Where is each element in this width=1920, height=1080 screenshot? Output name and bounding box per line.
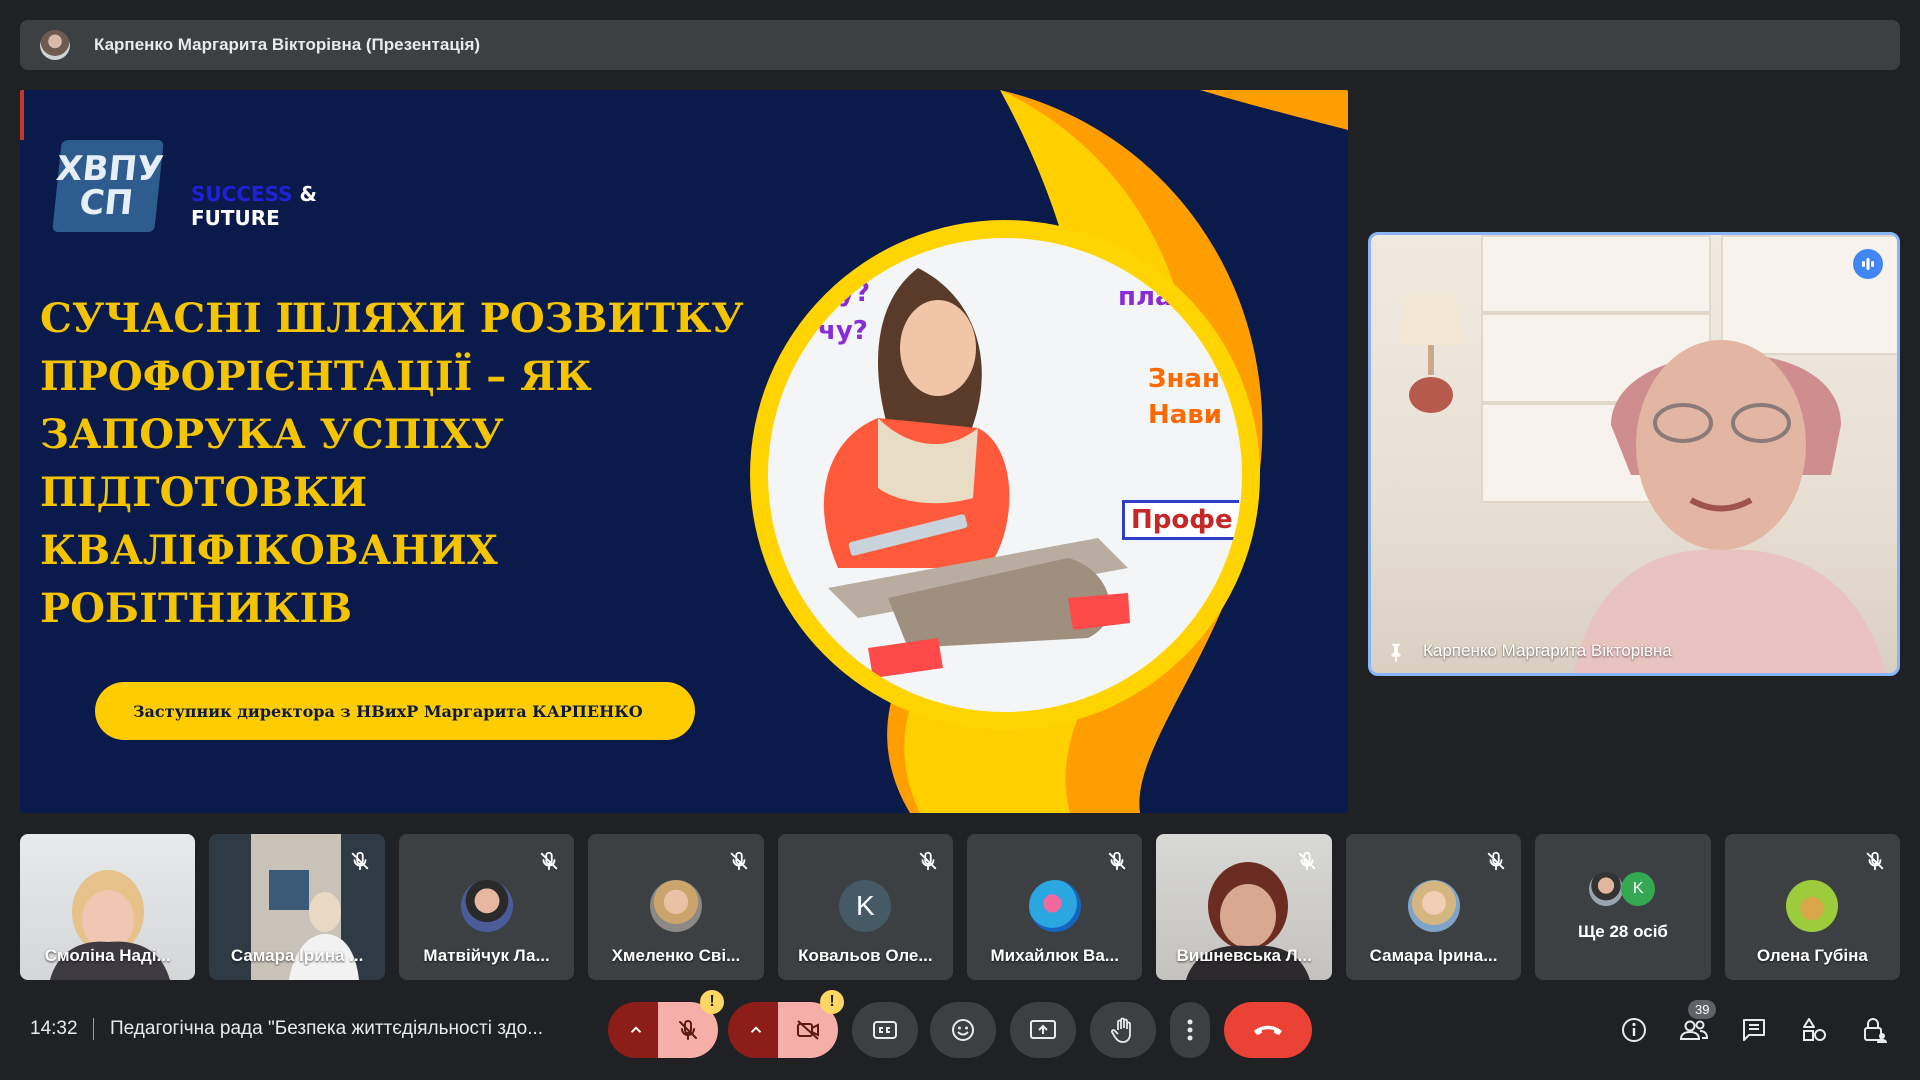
mic-off-icon (540, 851, 558, 871)
speaking-indicator-icon (1853, 249, 1883, 279)
participant-tile[interactable]: Хмеленко Сві... (588, 834, 764, 980)
participant-tile[interactable]: K Ковальов Оле... (777, 834, 954, 980)
people-button[interactable]: 39 (1674, 1000, 1717, 1050)
participant-avatar (1407, 880, 1460, 932)
slide-author-pill: Заступник директора з НВихР Маргарита КА… (95, 682, 695, 740)
brand-ampersand: & (299, 182, 317, 206)
meeting-details-button[interactable] (1614, 1010, 1654, 1050)
more-options-button[interactable] (1170, 1002, 1210, 1058)
reactions-button[interactable] (930, 1002, 996, 1058)
mic-off-icon (679, 1019, 697, 1040)
participant-tile[interactable]: Матвійчук Ла... (398, 834, 575, 980)
present-icon (1030, 1020, 1056, 1039)
more-participants-label: Ще 28 осіб (1577, 922, 1668, 941)
presenter-bar: Карпенко Маргарита Вікторівна (Презентац… (20, 20, 1900, 70)
participant-name: Вишневська Л... (1176, 946, 1312, 965)
captions-button[interactable] (852, 1002, 918, 1058)
activities-icon (1803, 1018, 1826, 1041)
camera-warning-badge: ! (820, 990, 844, 1014)
chevron-up-icon (750, 1026, 762, 1033)
lock-person-icon (1864, 1018, 1887, 1043)
more-vert-icon (1187, 1019, 1193, 1041)
camera-off-icon (797, 1020, 819, 1040)
presenter-video-name: Карпенко Маргарита Вікторівна (1423, 641, 1672, 660)
participant-name: Хмеленко Сві... (611, 946, 741, 965)
slide-photo: у? чу? М план Знан Нави Профе (768, 238, 1242, 712)
brand-success: SUCCESS (191, 182, 293, 206)
mic-off-icon (1298, 851, 1316, 871)
meeting-clock: 14:32 (30, 1018, 78, 1039)
participant-avatar (649, 880, 702, 932)
presenter-video-tile[interactable]: Карпенко Маргарита Вікторівна (1368, 232, 1900, 676)
control-bar: 14:32 Педагогічна рада "Безпека життєдія… (0, 990, 1920, 1080)
shared-presentation[interactable]: ХВПУ СП SUCCESS & FUTURE СУЧАСНІ ШЛЯХИ Р… (20, 90, 1348, 813)
audio-options-button[interactable] (608, 1002, 664, 1058)
host-controls-button[interactable] (1854, 1010, 1894, 1050)
activities-button[interactable] (1794, 1010, 1834, 1050)
hang-up-icon (1254, 1025, 1282, 1035)
hand-icon (1111, 1017, 1131, 1043)
chat-icon (1743, 1019, 1765, 1041)
participant-name: Олена Губіна (1756, 946, 1868, 965)
participant-avatar (1786, 880, 1839, 932)
participant-tile[interactable]: Самара Ірина... (1345, 834, 1522, 980)
presenter-avatar (40, 30, 70, 60)
chat-button[interactable] (1734, 1010, 1774, 1050)
participant-count-badge: 39 (1688, 1000, 1717, 1019)
mic-off-icon (730, 851, 747, 871)
success-future-brand: SUCCESS & FUTURE (191, 182, 317, 230)
participant-letter-avatar: K (839, 880, 892, 932)
more-avatar-photo (1589, 872, 1624, 906)
slide-title: СУЧАСНІ ШЛЯХИ РОЗВИТКУ ПРОФОРІЄНТАЦІЇ – … (40, 295, 744, 632)
people-icon (1679, 1020, 1709, 1040)
more-participants-tile[interactable]: K Ще 28 осіб (1535, 834, 1711, 980)
presenter-bar-title: Карпенко Маргарита Вікторівна (Презентац… (94, 35, 481, 54)
participant-name: Самара Ірина... (1369, 946, 1498, 965)
mic-warning-badge: ! (700, 990, 724, 1014)
camera-toggle-button[interactable]: ! (778, 990, 844, 1058)
emoji-icon (952, 1019, 974, 1041)
leave-call-button[interactable] (1224, 1002, 1312, 1058)
participant-tile[interactable]: Смоліна Наді... (20, 834, 196, 980)
school-logo: ХВПУ СП (52, 140, 166, 232)
logo-line-1: ХВПУ (54, 149, 166, 189)
mic-off-icon (351, 851, 369, 871)
participant-name: Ковальов Оле... (798, 946, 933, 965)
slide-photo-circle: у? чу? М план Знан Нави Профе (750, 220, 1260, 730)
participant-name: Смоліна Наді... (44, 946, 171, 965)
presenter-person (1574, 340, 1886, 673)
brand-future: FUTURE (191, 206, 280, 230)
meeting-title: Педагогічна рада "Безпека життєдіяльност… (110, 1018, 544, 1039)
participant-tile[interactable]: Самара Ірина ... (209, 834, 385, 980)
raise-hand-button[interactable] (1090, 1002, 1156, 1058)
participant-name: Михайлюк Ва... (990, 946, 1119, 965)
divider (93, 1018, 94, 1040)
logo-line-2: СП (77, 183, 136, 223)
thinking-girl-illustration (823, 268, 1130, 678)
participant-strip: Смоліна Наді... Самара Ірина ... Матвійч… (20, 834, 1901, 980)
mic-off-icon (1488, 851, 1505, 871)
participant-name: Матвійчук Ла... (423, 946, 550, 965)
participant-avatar (1028, 880, 1081, 932)
lamp-illustration (1399, 295, 1463, 413)
chevron-up-icon (630, 1026, 642, 1033)
participant-tile[interactable]: Михайлюк Ва... (967, 834, 1143, 980)
participant-tile[interactable]: Олена Губіна (1724, 834, 1901, 980)
pin-icon[interactable] (1385, 641, 1407, 663)
participant-tile[interactable]: Вишневська Л... (1156, 834, 1332, 980)
mic-off-icon (1109, 851, 1126, 871)
participant-name: Самара Ірина ... (230, 946, 364, 965)
video-options-button[interactable] (728, 1002, 784, 1058)
captions-icon (873, 1021, 897, 1039)
info-icon (1622, 1018, 1646, 1042)
participant-avatar (460, 880, 513, 932)
mic-off-icon (1866, 851, 1884, 871)
mic-toggle-button[interactable]: ! (658, 990, 724, 1058)
present-screen-button[interactable] (1010, 1002, 1076, 1058)
mic-off-icon (919, 851, 937, 871)
more-avatar-letter: K (1621, 872, 1656, 906)
